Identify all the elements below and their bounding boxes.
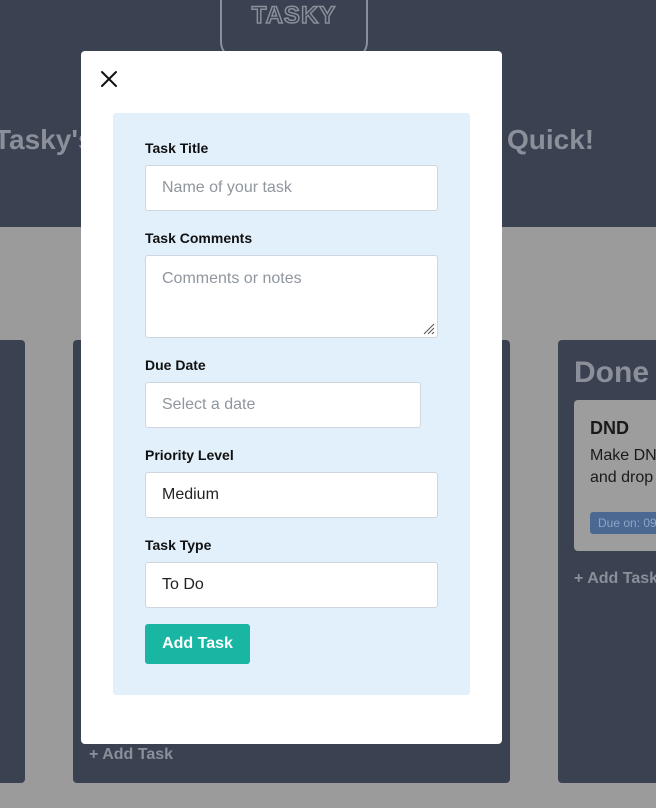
logo-text: TASKY — [251, 1, 337, 30]
due-date-badge: Due on: 09 — [590, 512, 656, 534]
add-task-link[interactable]: + Add Task — [574, 570, 656, 588]
column-title: Done — [574, 356, 649, 389]
task-title-label: Task Title — [145, 140, 209, 156]
task-type-value: To Do — [162, 576, 204, 593]
task-card-title: DND — [590, 418, 629, 438]
due-date-placeholder: Select a date — [162, 396, 256, 413]
add-task-button[interactable]: Add Task — [145, 624, 250, 664]
task-card-description: Make DN and drop — [590, 447, 656, 486]
headline-right: Quick! — [507, 124, 595, 155]
due-date-label: Due Date — [145, 357, 206, 373]
task-type-select[interactable]: To Do — [145, 562, 438, 608]
due-date-input[interactable]: Select a date — [145, 382, 421, 428]
priority-label: Priority Level — [145, 447, 234, 463]
task-comments-label: Task Comments — [145, 230, 253, 246]
task-type-label: Task Type — [145, 537, 212, 553]
priority-value: Medium — [162, 486, 219, 503]
board-column-done: Done DND Make DN and drop Due on: 09 + A… — [558, 340, 656, 783]
task-card[interactable]: DND Make DN and drop Due on: 09 — [574, 400, 656, 551]
task-title-input[interactable]: Name of your task — [145, 165, 438, 211]
resize-handle-icon[interactable] — [423, 323, 435, 335]
priority-select[interactable]: Medium — [145, 472, 438, 518]
task-comments-textarea[interactable]: Comments or notes — [145, 255, 438, 338]
close-icon[interactable] — [99, 69, 119, 89]
add-task-modal: Task Title Name of your task Task Commen… — [81, 51, 502, 744]
task-title-placeholder: Name of your task — [162, 179, 292, 196]
add-task-link[interactable]: + Add Task — [89, 746, 173, 764]
task-comments-placeholder: Comments or notes — [162, 270, 302, 287]
board-column-left — [0, 340, 25, 783]
headline-left: Tasky's — [0, 124, 94, 155]
task-form: Task Title Name of your task Task Commen… — [113, 113, 470, 695]
